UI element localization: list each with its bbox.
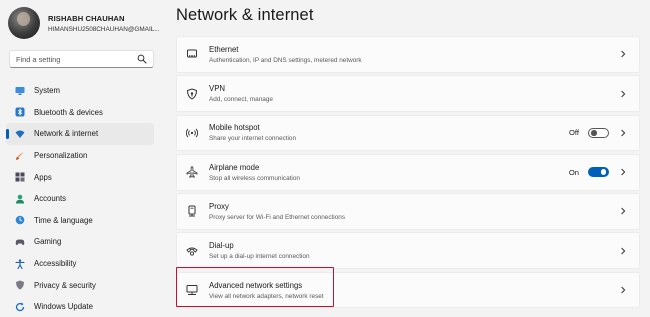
card-description: Set up a dial-up internet connection	[209, 253, 310, 261]
sidebar-item-label: Privacy & security	[34, 280, 96, 290]
sidebar-item-accessibility[interactable]: Accessibility	[6, 253, 154, 275]
settings-list: Ethernet Authentication, IP and DNS sett…	[176, 36, 640, 311]
avatar[interactable]	[8, 7, 40, 39]
chevron-right-icon[interactable]	[619, 207, 627, 215]
card-title: Advanced network settings	[209, 280, 303, 290]
sidebar-item-personalization[interactable]: Personalization	[6, 145, 154, 167]
sidebar-item-apps[interactable]: Apps	[6, 166, 154, 188]
sidebar-item-label: Gaming	[34, 237, 62, 247]
sidebar-item-label: Windows Update	[34, 302, 93, 312]
chevron-right-icon[interactable]	[619, 129, 627, 137]
card-title: Proxy	[209, 201, 229, 211]
proxy-icon	[188, 205, 196, 217]
chevron-right-icon[interactable]	[619, 168, 627, 176]
chevron-right-icon[interactable]	[619, 286, 627, 294]
sidebar-item-label: Bluetooth & devices	[34, 107, 103, 117]
card-description: View all network adapters, network reset	[209, 292, 324, 300]
sidebar-item-label: Accounts	[34, 194, 67, 204]
sidebar-item-label: Accessibility	[34, 259, 77, 269]
mobile-hotspot-toggle[interactable]	[588, 127, 609, 139]
dial-up-card[interactable]: Dial-up Set up a dial-up internet connec…	[176, 232, 640, 270]
hotspot-icon	[186, 128, 198, 138]
card-description: Share your internet connection	[209, 135, 297, 143]
search-input[interactable]	[16, 54, 137, 64]
bluetooth-icon	[15, 107, 25, 117]
card-title: Mobile hotspot	[209, 123, 260, 133]
page-title: Network & internet	[176, 6, 314, 24]
sidebar-item-windows-update[interactable]: Windows Update	[6, 296, 154, 317]
sidebar-item-label: Time & language	[34, 215, 93, 225]
sidebar-item-system[interactable]: System	[6, 80, 154, 102]
card-title: Dial-up	[209, 241, 234, 251]
user-email: HIMANSHU2508CHAUHAN@GMAIL...	[48, 25, 160, 33]
brush-icon	[16, 151, 24, 160]
sidebar-item-label: Personalization	[34, 151, 88, 161]
sidebar-item-time-language[interactable]: Time & language	[6, 210, 154, 232]
dialup-icon	[186, 247, 198, 256]
toggle-state-label: Off	[569, 128, 579, 138]
sidebar-item-label: Apps	[34, 172, 52, 182]
chevron-right-icon[interactable]	[619, 50, 627, 58]
airplane-icon	[186, 166, 198, 178]
toggle-state-label: On	[568, 167, 579, 177]
search-icon[interactable]	[137, 54, 147, 64]
card-description: Stop all wireless communication	[209, 174, 300, 182]
airplane-mode-card[interactable]: Airplane mode Stop all wireless communic…	[176, 153, 640, 191]
proxy-card[interactable]: Proxy Proxy server for Wi-Fi and Etherne…	[176, 193, 640, 230]
user-profile[interactable]: RISHABH CHAUHAN HIMANSHU2508CHAUHAN@GMAI…	[8, 7, 160, 39]
globe-clock-icon	[15, 216, 25, 225]
accessibility-icon	[15, 258, 25, 269]
ethernet-icon	[187, 49, 197, 58]
card-description: Proxy server for Wi-Fi and Ethernet conn…	[209, 213, 346, 221]
airplane-mode-toggle[interactable]	[588, 166, 609, 178]
user-name: RISHABH CHAUHAN	[48, 13, 125, 23]
ethernet-card[interactable]: Ethernet Authentication, IP and DNS sett…	[176, 36, 640, 73]
card-description: Authentication, IP and DNS settings, met…	[209, 56, 362, 64]
sidebar-item-label: Network & internet	[34, 129, 99, 139]
refresh-icon	[15, 302, 25, 311]
wifi-icon	[15, 130, 25, 138]
advanced-network-settings-card[interactable]: Advanced network settings View all netwo…	[176, 271, 640, 309]
sidebar-item-privacy-security[interactable]: Privacy & security	[6, 274, 154, 296]
sidebar-item-bluetooth[interactable]: Bluetooth & devices	[6, 102, 154, 124]
gamepad-icon	[15, 239, 25, 246]
sidebar-item-network[interactable]: Network & internet	[6, 123, 154, 145]
chevron-right-icon[interactable]	[619, 247, 627, 255]
sidebar: RISHABH CHAUHAN HIMANSHU2508CHAUHAN@GMAI…	[0, 0, 163, 317]
sidebar-item-gaming[interactable]: Gaming	[6, 231, 154, 253]
network-adapter-icon	[186, 285, 198, 296]
shield-icon	[16, 280, 24, 290]
apps-grid-icon	[15, 172, 25, 182]
sidebar-nav: System Bluetooth & devices Network & int…	[6, 80, 154, 317]
monitor-icon	[15, 86, 25, 95]
vpn-card[interactable]: VPN Add, connect, manage	[176, 75, 640, 112]
card-title: Ethernet	[209, 44, 239, 54]
sidebar-item-label: System	[34, 86, 60, 96]
vpn-shield-icon	[186, 88, 198, 100]
chevron-right-icon[interactable]	[619, 90, 627, 98]
sidebar-item-accounts[interactable]: Accounts	[6, 188, 154, 210]
card-description: Add, connect, manage	[209, 96, 273, 104]
card-title: VPN	[209, 84, 226, 94]
card-title: Airplane mode	[209, 162, 260, 172]
mobile-hotspot-card[interactable]: Mobile hotspot Share your internet conne…	[176, 114, 640, 152]
search-box[interactable]	[9, 50, 154, 68]
person-icon	[16, 194, 24, 204]
